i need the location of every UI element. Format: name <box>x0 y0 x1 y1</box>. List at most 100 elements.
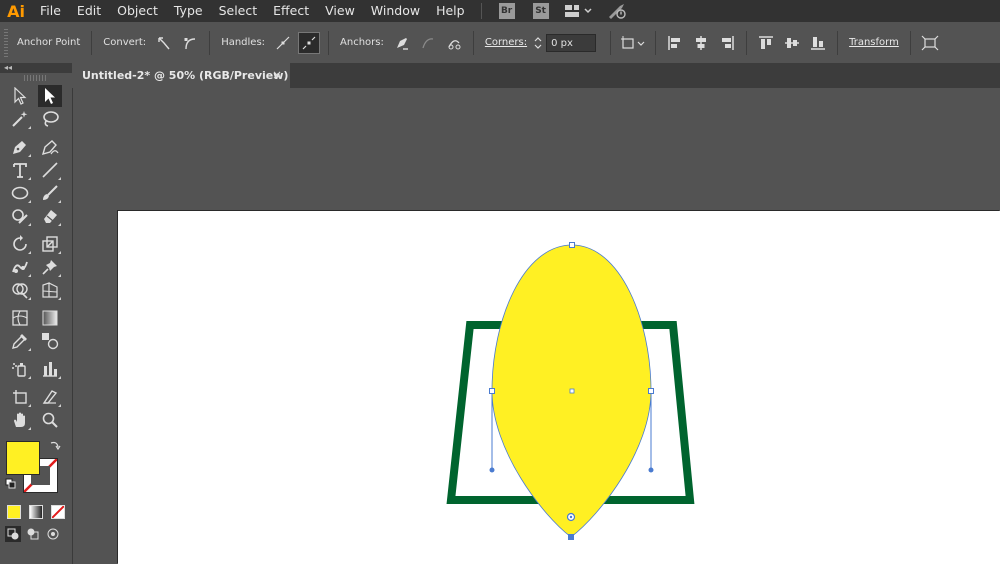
document-tab[interactable]: Untitled-2* @ 50% (RGB/Preview) × <box>72 63 290 88</box>
pen-tool[interactable] <box>8 136 32 158</box>
connect-endpoints-button[interactable] <box>417 32 439 54</box>
isolate-selected-button[interactable] <box>919 32 941 54</box>
menu-type[interactable]: Type <box>166 0 211 22</box>
rotate-tool[interactable] <box>8 233 32 255</box>
anchors-label: Anchors: <box>340 37 384 48</box>
align-horizontal-center-button[interactable] <box>690 32 712 54</box>
eyedropper-tool[interactable] <box>8 330 32 352</box>
smooth-point-icon <box>184 37 196 49</box>
swap-fill-stroke-button[interactable] <box>49 439 61 454</box>
close-tab-icon[interactable]: × <box>272 68 282 82</box>
push-pin-icon <box>42 259 57 275</box>
menu-object[interactable]: Object <box>109 0 166 22</box>
remove-anchor-button[interactable] <box>391 32 413 54</box>
separator <box>472 30 474 55</box>
scale-icon <box>42 235 58 252</box>
type-tool[interactable] <box>8 159 32 181</box>
zoom-tool[interactable] <box>38 409 62 431</box>
color-mode-button[interactable] <box>7 505 21 519</box>
menu-window[interactable]: Window <box>363 0 428 22</box>
blend-tool[interactable] <box>38 330 62 352</box>
transform-link[interactable]: Transform <box>844 37 904 48</box>
slice-tool[interactable] <box>38 386 62 408</box>
perspective-grid-tool[interactable] <box>38 279 62 301</box>
direct-selection-tool[interactable] <box>38 84 62 107</box>
default-fill-stroke-button[interactable] <box>5 478 17 493</box>
gradient-tool[interactable] <box>38 307 62 329</box>
shape-builder-tool[interactable] <box>8 279 32 301</box>
separator <box>328 30 330 55</box>
align-bottom-button[interactable] <box>807 32 829 54</box>
gpu-performance-button[interactable] <box>606 2 628 20</box>
none-slash-icon <box>52 506 64 518</box>
menu-view[interactable]: View <box>317 0 363 22</box>
convert-to-smooth-button[interactable] <box>179 32 201 54</box>
column-graph-tool[interactable] <box>38 358 62 380</box>
bridge-button[interactable]: Br <box>498 3 515 19</box>
draw-normal-button[interactable] <box>5 526 21 542</box>
tools-panel-grip[interactable] <box>24 75 48 81</box>
menu-file[interactable]: File <box>32 0 69 22</box>
draw-inside-icon <box>47 528 59 540</box>
cut-path-button[interactable] <box>443 32 465 54</box>
align-top-button[interactable] <box>755 32 777 54</box>
artboard[interactable] <box>118 211 1000 564</box>
align-to-selection-icon <box>621 35 645 49</box>
align-top-icon <box>759 35 774 49</box>
convert-to-corner-button[interactable] <box>153 32 175 54</box>
selection-tool[interactable] <box>8 85 32 107</box>
none-mode-button[interactable] <box>51 505 65 519</box>
corners-link[interactable]: Corners: <box>480 37 532 48</box>
curvature-tool[interactable] <box>38 136 62 158</box>
paintbrush-tool[interactable] <box>38 182 62 204</box>
menu-bar: Ai File Edit Object Type Select Effect V… <box>0 0 1000 22</box>
menu-separator <box>480 3 482 19</box>
default-colors-icon <box>5 478 16 489</box>
line-segment-tool[interactable] <box>38 159 62 181</box>
gradient-icon <box>42 310 58 325</box>
menu-effect[interactable]: Effect <box>265 0 317 22</box>
magic-wand-tool[interactable] <box>8 108 32 130</box>
tools-panel-header[interactable]: ◂◂ <box>0 63 72 73</box>
perspective-grid-icon <box>42 281 58 298</box>
puppet-warp-tool[interactable] <box>8 256 32 278</box>
draw-inside-button[interactable] <box>45 526 61 542</box>
lasso-tool[interactable] <box>38 108 62 130</box>
color-mode-row <box>0 501 72 523</box>
align-right-button[interactable] <box>716 32 738 54</box>
corners-stepper[interactable] <box>532 32 544 54</box>
control-bar-grip[interactable] <box>4 28 8 57</box>
magnifier-icon <box>42 412 58 428</box>
hide-handles-button[interactable] <box>298 31 321 54</box>
slice-knife-icon <box>42 389 58 404</box>
align-vertical-center-button[interactable] <box>781 32 803 54</box>
align-left-button[interactable] <box>664 32 686 54</box>
swap-arrow-icon <box>50 441 61 451</box>
scale-tool[interactable] <box>38 233 62 255</box>
menu-select[interactable]: Select <box>211 0 266 22</box>
stock-button[interactable]: St <box>532 3 549 19</box>
draw-normal-icon <box>7 528 19 540</box>
eraser-tool[interactable] <box>38 205 62 227</box>
hand-tool[interactable] <box>8 409 32 431</box>
show-handles-button[interactable] <box>272 32 294 54</box>
align-to-button[interactable] <box>619 32 647 54</box>
gradient-mode-button[interactable] <box>29 505 43 519</box>
shaper-tool[interactable] <box>8 205 32 227</box>
arrange-documents-button[interactable] <box>564 4 594 18</box>
artboard-tool[interactable] <box>8 386 32 408</box>
mesh-tool[interactable] <box>8 307 32 329</box>
document-tab-bar: Untitled-2* @ 50% (RGB/Preview) × <box>72 63 1000 88</box>
draw-behind-button[interactable] <box>25 526 41 542</box>
corners-input[interactable]: 0 px <box>546 33 597 52</box>
type-t-icon <box>13 162 27 178</box>
fill-swatch[interactable] <box>6 441 40 475</box>
menu-help[interactable]: Help <box>428 0 473 22</box>
cut-path-icon <box>448 39 461 49</box>
menu-edit[interactable]: Edit <box>69 0 109 22</box>
free-transform-tool[interactable] <box>38 256 62 278</box>
mesh-icon <box>12 309 28 326</box>
ellipse-tool[interactable] <box>8 182 32 204</box>
separator <box>746 30 748 55</box>
symbol-sprayer-tool[interactable] <box>8 358 32 380</box>
